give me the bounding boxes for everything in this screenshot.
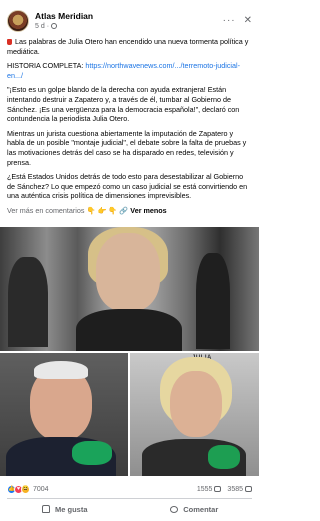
avatar[interactable] xyxy=(7,9,29,32)
photo-left[interactable] xyxy=(0,353,128,476)
post-meta: 5 d · xyxy=(35,22,223,31)
stats-row: 👍 ♥ 😆 7004 1555 3585 xyxy=(7,483,252,495)
author-name[interactable]: Atlas Meridian xyxy=(35,11,223,22)
thumbs-up-icon xyxy=(41,505,50,513)
history-paragraph: HISTORIA COMPLETA: https://northwavenews… xyxy=(7,61,241,80)
post-text: Las palabras de Julia Otero han encendid… xyxy=(0,34,259,216)
photo-right[interactable]: JULIA xyxy=(130,353,259,476)
paragraph-2: Mientras un jurista cuestiona abiertamen… xyxy=(7,128,247,167)
post-card: Atlas Meridian 5 d · ··· ✕ Las palabras … xyxy=(0,0,259,521)
post-time[interactable]: 5 d xyxy=(35,22,45,31)
ellipsis-icon[interactable]: ··· xyxy=(223,15,236,26)
intro-paragraph: Las palabras de Julia Otero han encendid… xyxy=(7,37,249,56)
comment-icon xyxy=(214,485,222,492)
see-more-row: Ver más en comentarios 👇 👉 👇 🔗 Ver menos xyxy=(7,205,167,215)
share-icon xyxy=(245,485,252,492)
paragraph-1: "¡Esto es un golpe blando de la derecha … xyxy=(7,85,240,124)
haha-reaction-icon: 😆 xyxy=(21,484,30,494)
post-header: Atlas Meridian 5 d · ··· ✕ xyxy=(0,0,259,34)
author-block: Atlas Meridian 5 d · xyxy=(35,11,223,31)
share-count[interactable]: 3585 xyxy=(227,485,252,493)
header-actions: ··· ✕ xyxy=(223,15,252,26)
media-grid: JULIA xyxy=(0,227,259,476)
like-button[interactable]: Me gusta xyxy=(0,500,130,518)
reaction-count: 7004 xyxy=(33,485,49,493)
comment-button[interactable]: Comentar xyxy=(130,500,260,518)
paragraph-3: ¿Está Estados Unidos detrás de todo esto… xyxy=(7,172,248,201)
photo-top[interactable] xyxy=(0,227,259,351)
comment-bubble-icon xyxy=(170,505,179,513)
see-less-link[interactable]: Ver menos xyxy=(130,206,166,215)
divider xyxy=(7,498,252,499)
globe-icon xyxy=(51,23,58,29)
reactions[interactable]: 👍 ♥ 😆 7004 xyxy=(7,484,49,494)
stats-right: 1555 3585 xyxy=(197,485,252,493)
action-bar: Me gusta Comentar xyxy=(0,500,259,518)
close-icon[interactable]: ✕ xyxy=(244,15,252,26)
alarm-icon xyxy=(7,39,12,45)
comment-count[interactable]: 1555 xyxy=(197,485,222,493)
